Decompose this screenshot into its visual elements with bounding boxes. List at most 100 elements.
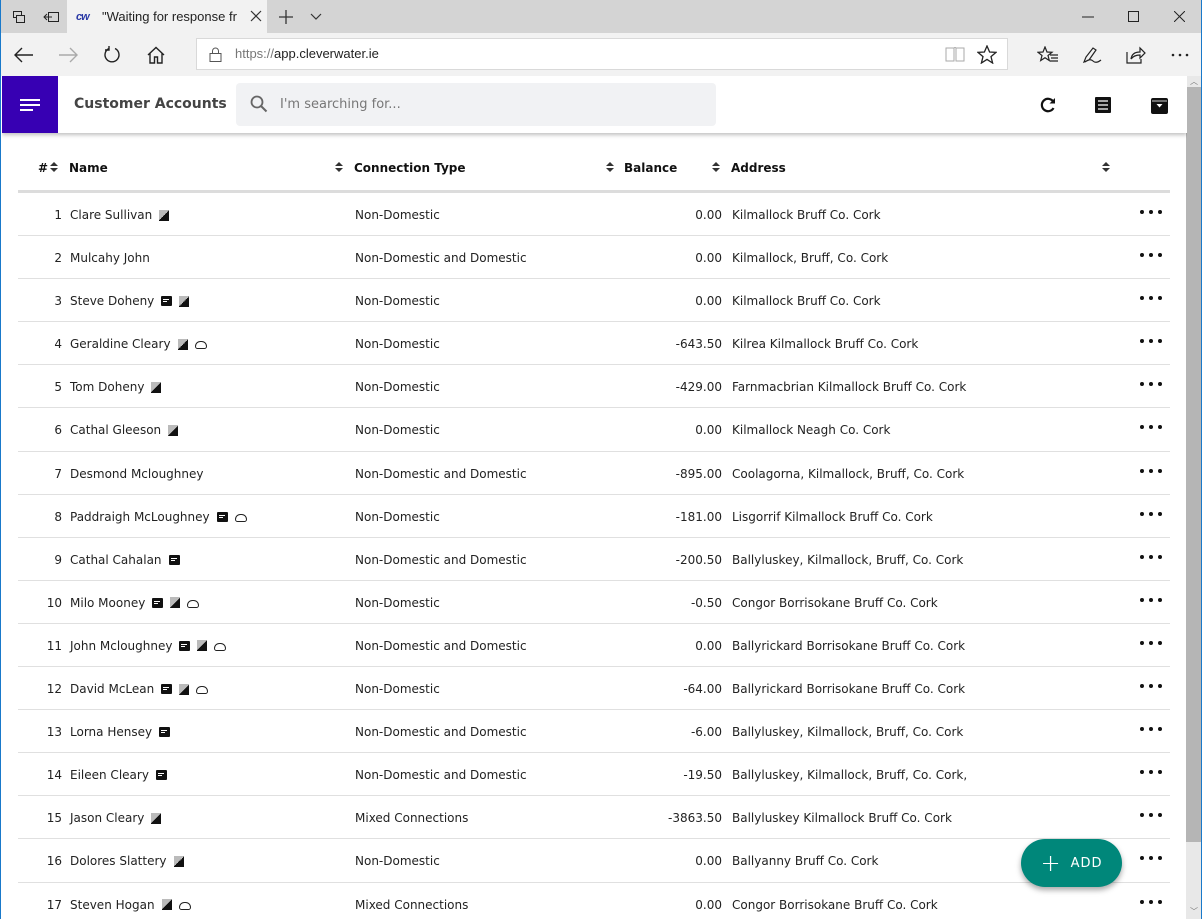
- table-row[interactable]: 5 Tom Doheny Non-Domestic -429.00 Farnmacbri…: [18, 365, 1170, 409]
- row-more-actions-icon[interactable]: [1140, 205, 1162, 219]
- table-row[interactable]: 8 Paddraigh McLoughney Non-Domestic -181.00…: [18, 495, 1170, 538]
- customer-name-cell[interactable]: Paddraigh McLoughney: [70, 510, 247, 524]
- table-row[interactable]: 4 Geraldine Cleary Non-Domestic -643.50 Kilr…: [18, 322, 1170, 366]
- add-button[interactable]: + ADD: [1021, 839, 1122, 887]
- menu-button[interactable]: [2, 76, 58, 133]
- customer-name-cell[interactable]: Mulcahy John: [70, 251, 150, 265]
- customer-name[interactable]: Cathal Gleeson: [70, 423, 161, 437]
- row-more-actions-icon[interactable]: [1140, 895, 1162, 909]
- customer-name[interactable]: David McLean: [70, 682, 154, 696]
- row-more-actions-icon[interactable]: [1140, 464, 1162, 478]
- column-header-connection-type[interactable]: Connection Type: [354, 161, 466, 175]
- maximize-icon[interactable]: [1110, 0, 1156, 33]
- row-more-actions-icon[interactable]: [1140, 334, 1162, 348]
- scroll-up-icon[interactable]: ︿: [1186, 76, 1201, 87]
- sort-icon[interactable]: [606, 162, 614, 174]
- tab-restore-icon[interactable]: [35, 0, 67, 33]
- row-more-actions-icon[interactable]: [1140, 808, 1162, 822]
- back-icon[interactable]: [2, 33, 46, 76]
- web-note-icon[interactable]: [1070, 33, 1114, 76]
- list-icon[interactable]: [1091, 93, 1115, 117]
- customer-name-cell[interactable]: John Mcloughney: [70, 639, 227, 653]
- column-header-num[interactable]: #: [38, 161, 48, 175]
- table-row[interactable]: 15 Jason Cleary Mixed Connections -3863.50 B…: [18, 796, 1170, 840]
- tab-list-chevron-icon[interactable]: [303, 0, 329, 33]
- refresh-icon[interactable]: [1036, 93, 1060, 117]
- row-more-actions-icon[interactable]: [1140, 722, 1162, 736]
- column-header-address[interactable]: Address: [731, 161, 786, 175]
- sort-icon[interactable]: [50, 162, 58, 174]
- customer-name-cell[interactable]: David McLean: [70, 682, 209, 696]
- customer-name[interactable]: Tom Doheny: [70, 380, 144, 394]
- favorite-star-icon[interactable]: [976, 44, 998, 68]
- customer-name[interactable]: Steve Doheny: [70, 294, 154, 308]
- refresh-icon[interactable]: [90, 33, 134, 76]
- table-row[interactable]: 2 Mulcahy John Non-Domestic and Domestic 0.…: [18, 236, 1170, 280]
- share-icon[interactable]: [1114, 33, 1158, 76]
- row-more-actions-icon[interactable]: [1140, 679, 1162, 693]
- table-row[interactable]: 12 David McLean Non-Domestic -64.00 Ballyric…: [18, 667, 1170, 711]
- customer-name-cell[interactable]: Lorna Hensey: [70, 725, 171, 739]
- customer-name[interactable]: Paddraigh McLoughney: [70, 510, 210, 524]
- table-row[interactable]: 11 John Mcloughney Non-Domestic and Domest…: [18, 624, 1170, 668]
- address-bar[interactable]: https://app.cleverwater.ie: [196, 38, 1008, 70]
- url-text[interactable]: https://app.cleverwater.ie: [235, 46, 379, 61]
- customer-name[interactable]: Desmond Mcloughney: [70, 467, 204, 481]
- customer-name[interactable]: John Mcloughney: [70, 639, 172, 653]
- table-row[interactable]: 1 Clare Sullivan Non-Domestic 0.00 Kilmalloc…: [18, 193, 1170, 237]
- table-row[interactable]: 7 Desmond Mcloughney Non-Domestic and Dome…: [18, 452, 1170, 495]
- customer-name[interactable]: Clare Sullivan: [70, 208, 152, 222]
- customer-name-cell[interactable]: Cathal Cahalan: [70, 553, 180, 567]
- customer-name[interactable]: Mulcahy John: [70, 251, 150, 265]
- customer-name-cell[interactable]: Steven Hogan: [70, 898, 191, 912]
- close-tab-icon[interactable]: [250, 8, 262, 26]
- customer-name[interactable]: Milo Mooney: [70, 596, 145, 610]
- home-icon[interactable]: [134, 33, 178, 76]
- row-more-actions-icon[interactable]: [1140, 550, 1162, 564]
- scroll-down-icon[interactable]: ﹀: [1186, 906, 1201, 917]
- customer-name[interactable]: Jason Cleary: [70, 811, 144, 825]
- browser-tab[interactable]: cw "Waiting for response fr: [67, 0, 267, 33]
- customer-name-cell[interactable]: Geraldine Cleary: [70, 337, 207, 351]
- close-window-icon[interactable]: [1156, 0, 1201, 33]
- column-header-balance[interactable]: Balance: [624, 161, 677, 175]
- favorites-hub-icon[interactable]: [1026, 33, 1070, 76]
- minimize-icon[interactable]: [1065, 0, 1111, 33]
- customer-name-cell[interactable]: Desmond Mcloughney: [70, 467, 204, 481]
- row-more-actions-icon[interactable]: [1140, 420, 1162, 434]
- row-more-actions-icon[interactable]: [1140, 377, 1162, 391]
- row-more-actions-icon[interactable]: [1140, 291, 1162, 305]
- sort-icon[interactable]: [1102, 162, 1110, 174]
- table-row[interactable]: 6 Cathal Gleeson Non-Domestic 0.00 Kilmalloc…: [18, 408, 1170, 452]
- customer-name-cell[interactable]: Dolores Slattery: [70, 854, 184, 868]
- customer-name[interactable]: Dolores Slattery: [70, 854, 167, 868]
- more-icon[interactable]: [1158, 33, 1201, 76]
- customer-name[interactable]: Steven Hogan: [70, 898, 155, 912]
- customer-name[interactable]: Eileen Cleary: [70, 768, 149, 782]
- search-box[interactable]: [236, 83, 716, 126]
- table-row[interactable]: 17 Steven Hogan Mixed Connections 0.00 Congo…: [18, 883, 1170, 919]
- customer-name-cell[interactable]: Tom Doheny: [70, 380, 162, 394]
- customer-name-cell[interactable]: Cathal Gleeson: [70, 423, 179, 437]
- scrollbar-thumb[interactable]: [1186, 87, 1201, 842]
- customer-name-cell[interactable]: Jason Cleary: [70, 811, 162, 825]
- table-row[interactable]: 3 Steve Doheny Non-Domestic 0.00 Kilmallock …: [18, 279, 1170, 323]
- table-row[interactable]: 9 Cathal Cahalan Non-Domestic and Domestic…: [18, 538, 1170, 581]
- row-more-actions-icon[interactable]: [1140, 507, 1162, 521]
- row-more-actions-icon[interactable]: [1140, 765, 1162, 779]
- customer-name-cell[interactable]: Clare Sullivan: [70, 208, 170, 222]
- customer-name-cell[interactable]: Milo Mooney: [70, 596, 200, 610]
- archive-icon[interactable]: [1147, 93, 1171, 117]
- reading-view-icon[interactable]: [945, 46, 965, 66]
- column-header-name[interactable]: Name: [69, 161, 108, 175]
- customer-name[interactable]: Geraldine Cleary: [70, 337, 171, 351]
- customer-name-cell[interactable]: Steve Doheny: [70, 294, 190, 308]
- table-row[interactable]: 10 Milo Mooney Non-Domestic -0.50 Congor Bor…: [18, 581, 1170, 624]
- row-more-actions-icon[interactable]: [1140, 636, 1162, 650]
- customer-name-cell[interactable]: Eileen Cleary: [70, 768, 167, 782]
- row-more-actions-icon[interactable]: [1140, 248, 1162, 262]
- table-row[interactable]: 16 Dolores Slattery Non-Domestic 0.00 Ballya…: [18, 839, 1170, 883]
- customer-name[interactable]: Lorna Hensey: [70, 725, 152, 739]
- search-input[interactable]: [280, 93, 700, 115]
- tab-set-aside-icon[interactable]: [3, 0, 35, 33]
